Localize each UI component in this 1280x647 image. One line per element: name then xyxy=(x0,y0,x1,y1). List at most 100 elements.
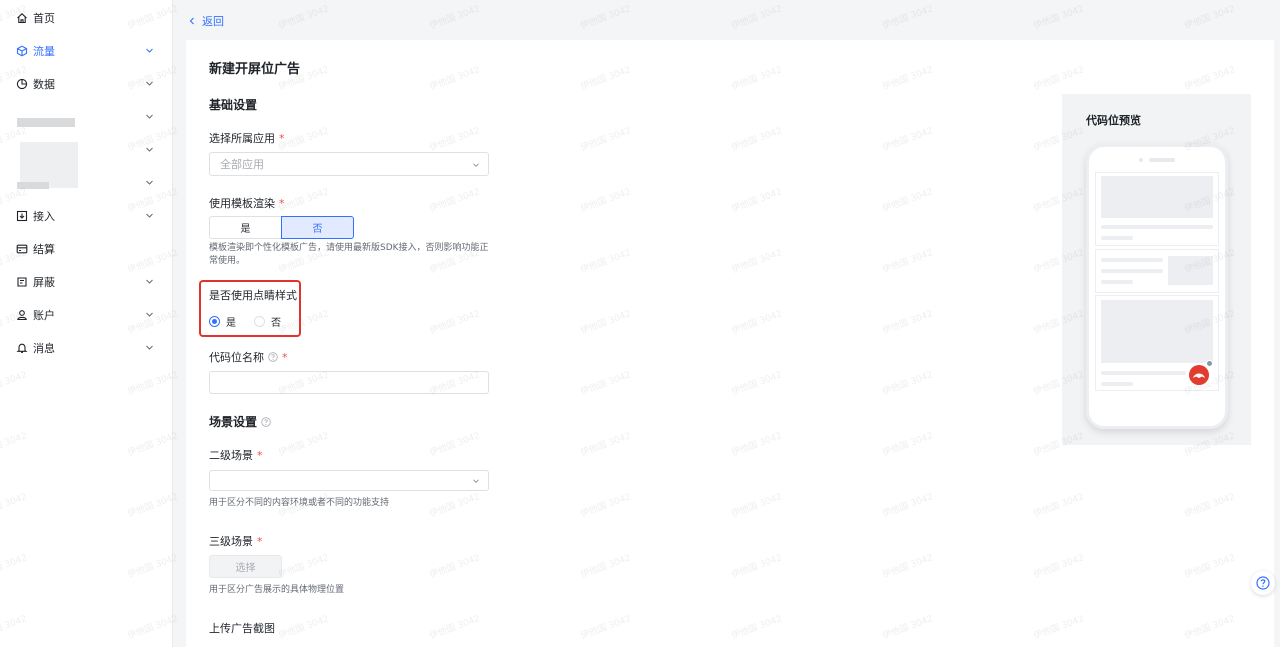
radio-label: 是 xyxy=(226,318,236,329)
sidebar-item-block[interactable]: 屏蔽 xyxy=(0,265,172,298)
required-mark: * xyxy=(257,449,263,462)
slot-name-input[interactable] xyxy=(209,371,489,394)
help-float-button[interactable] xyxy=(1251,571,1275,595)
help-icon[interactable] xyxy=(268,352,278,362)
preview-line xyxy=(1101,269,1163,273)
required-mark: * xyxy=(282,351,288,364)
upload-screenshot-label: 上传广告截图 xyxy=(209,622,275,635)
chevron-down-icon xyxy=(146,213,153,218)
preview-title: 代码位预览 xyxy=(1086,114,1141,127)
sidebar-item-label: 结算 xyxy=(33,242,55,256)
sidebar-item-home[interactable]: 首页 xyxy=(0,1,172,34)
eye-style-field-label: 是否使用点睛样式 xyxy=(209,289,297,302)
chevron-left-icon xyxy=(189,17,194,25)
sidebar: 首页 流量 数据 接入 结算 屏蔽 账户 消息 xyxy=(0,0,173,647)
chevron-down-icon xyxy=(473,163,479,168)
watermark-text: 伊他国 3042 xyxy=(1032,4,1086,32)
sidebar-item-data[interactable]: 数据 xyxy=(0,67,172,100)
watermark-text: 伊他国 3042 xyxy=(1183,4,1237,32)
phone-camera xyxy=(1139,158,1143,162)
radio-dot xyxy=(254,316,265,327)
question-icon xyxy=(1256,576,1270,590)
template-no-button[interactable]: 否 xyxy=(281,216,354,239)
preview-line xyxy=(1101,280,1133,284)
preview-line xyxy=(1101,382,1133,386)
preview-line xyxy=(1101,236,1133,240)
scene3-select-button[interactable]: 选择 xyxy=(209,555,282,578)
required-mark: * xyxy=(279,132,285,145)
template-field-label: 使用模板渲染 * xyxy=(209,197,285,210)
user-icon xyxy=(16,309,28,321)
sidebar-item-label: 账户 xyxy=(33,308,55,322)
eye-style-yes-radio[interactable]: 是 xyxy=(209,314,236,329)
sidebar-item-hidden-1[interactable] xyxy=(0,100,172,133)
sidebar-item-label: 接入 xyxy=(33,209,55,223)
shield-list-icon xyxy=(16,276,28,288)
template-toggle: 是 否 xyxy=(209,216,354,239)
sidebar-item-messages[interactable]: 消息 xyxy=(0,331,172,364)
import-icon xyxy=(16,210,28,222)
redacted-label xyxy=(17,182,49,189)
eye-style-radio-group: 是 否 xyxy=(209,314,299,329)
watermark-text: 伊他国 3042 xyxy=(579,4,633,32)
chevron-down-icon xyxy=(473,479,479,484)
section-scene-title: 场景设置 xyxy=(209,413,271,430)
sidebar-item-settlement[interactable]: 结算 xyxy=(0,232,172,265)
preview-image-placeholder xyxy=(1101,176,1213,218)
wallet-icon xyxy=(16,243,28,255)
slot-name-field-label: 代码位名称 * xyxy=(209,351,288,364)
scene3-hint: 用于区分广告展示的具体物理位置 xyxy=(209,585,345,595)
watermark-text: 伊他国 3042 xyxy=(277,4,331,32)
close-icon xyxy=(1206,360,1213,367)
scene3-field-label: 三级场景 * xyxy=(209,535,263,548)
chevron-down-icon xyxy=(146,114,153,119)
scene2-select[interactable] xyxy=(209,470,489,491)
floating-ad-icon xyxy=(1189,365,1209,385)
chevron-down-icon xyxy=(146,180,153,185)
template-yes-button[interactable]: 是 xyxy=(209,216,281,239)
template-hint: 模板渲染即个性化模板广告，请使用最新版SDK接入，否则影响功能正常使用。 xyxy=(209,243,489,266)
radio-dot xyxy=(209,316,220,327)
required-mark: * xyxy=(257,535,263,548)
sidebar-item-traffic[interactable]: 流量 xyxy=(0,34,172,67)
watermark-text: 伊他国 3042 xyxy=(428,4,482,32)
phone-speaker xyxy=(1149,158,1175,162)
scene2-field-label: 二级场景 * xyxy=(209,449,263,462)
redacted-label xyxy=(17,118,75,127)
sidebar-item-access[interactable]: 接入 xyxy=(0,199,172,232)
sidebar-item-label: 消息 xyxy=(33,341,55,355)
sidebar-item-account[interactable]: 账户 xyxy=(0,298,172,331)
sidebar-item-label: 数据 xyxy=(33,77,55,91)
app-field-label: 选择所属应用 * xyxy=(209,132,285,145)
home-icon xyxy=(16,12,28,24)
bell-icon xyxy=(16,342,28,354)
eye-style-no-radio[interactable]: 否 xyxy=(254,314,281,329)
section-basic-title: 基础设置 xyxy=(209,98,258,112)
cube-icon xyxy=(16,45,28,57)
sidebar-item-label: 首页 xyxy=(33,11,55,25)
back-link[interactable]: 返回 xyxy=(188,13,224,29)
radio-label: 否 xyxy=(271,318,281,329)
app-select-placeholder: 全部应用 xyxy=(220,158,264,171)
chevron-down-icon xyxy=(146,279,153,284)
required-mark: * xyxy=(279,197,285,210)
watermark-text: 伊他国 3042 xyxy=(881,4,935,32)
chevron-down-icon xyxy=(146,147,153,152)
chevron-down-icon xyxy=(146,48,153,53)
chevron-down-icon xyxy=(146,312,153,317)
preview-line xyxy=(1101,225,1213,229)
app-select[interactable]: 全部应用 xyxy=(209,152,489,176)
watermark-text: 伊他国 3042 xyxy=(730,4,784,32)
page-title: 新建开屏位广告 xyxy=(209,62,301,77)
preview-line xyxy=(1101,258,1163,262)
help-icon[interactable] xyxy=(261,417,271,427)
preview-image-placeholder xyxy=(1101,300,1213,363)
chevron-down-icon xyxy=(146,345,153,350)
scene2-hint: 用于区分不同的内容环境或者不同的功能支持 xyxy=(209,498,390,508)
sidebar-item-label: 流量 xyxy=(33,44,55,58)
sidebar-item-label: 屏蔽 xyxy=(33,275,55,289)
back-label: 返回 xyxy=(202,15,224,28)
pie-chart-icon xyxy=(16,78,28,90)
preview-line xyxy=(1101,371,1186,375)
chevron-down-icon xyxy=(146,81,153,86)
